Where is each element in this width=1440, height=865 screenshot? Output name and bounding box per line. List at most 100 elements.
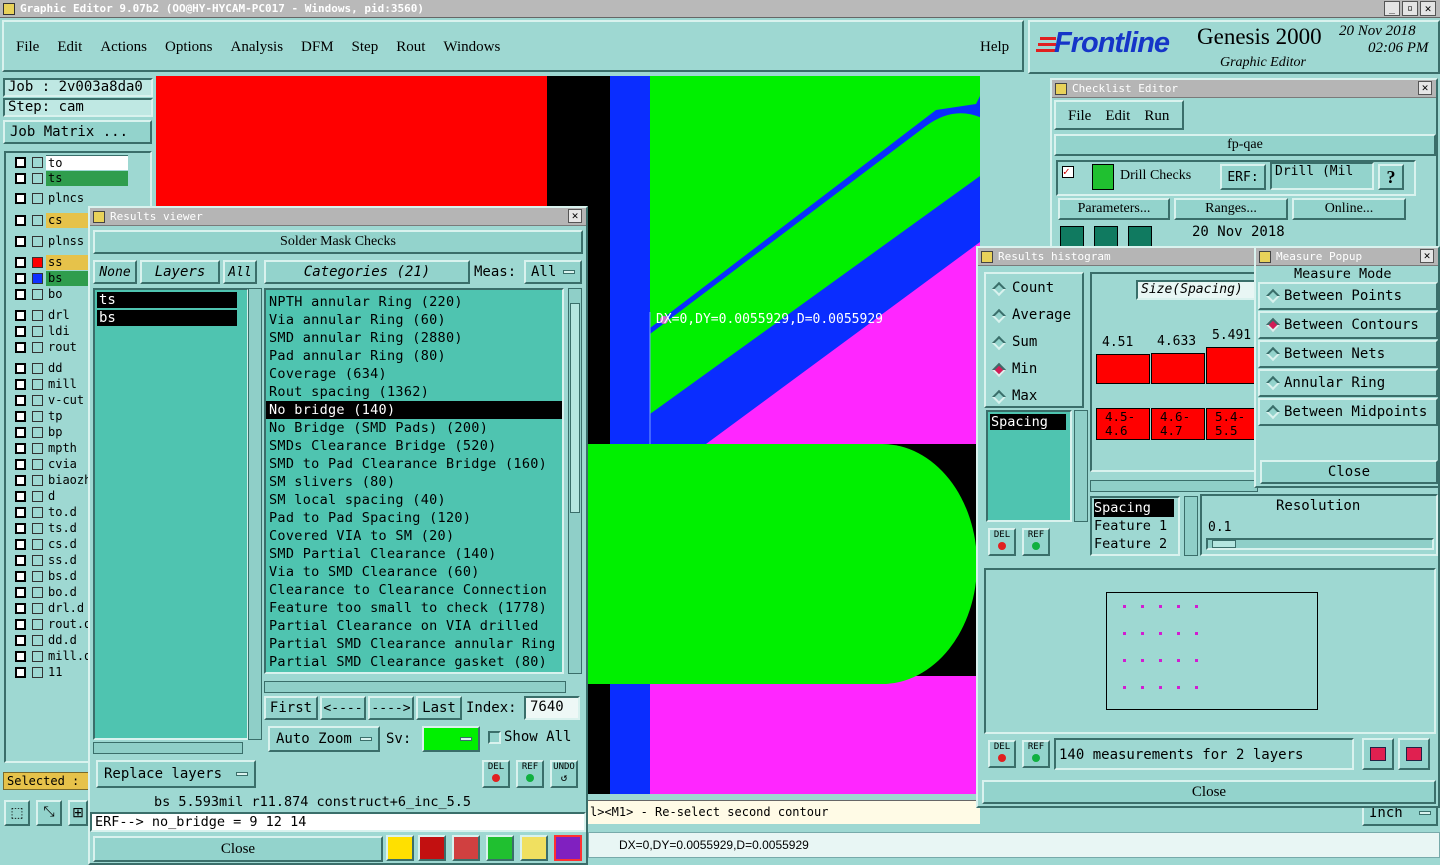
layer-checkbox[interactable] (15, 289, 26, 300)
index-input[interactable]: 7640 (524, 696, 580, 720)
layer-list-scrollbar[interactable] (248, 288, 262, 740)
menu-actions[interactable]: Actions (100, 39, 147, 70)
histogram-tool-icon[interactable] (554, 835, 582, 861)
checklist-menu-edit[interactable]: Edit (1105, 108, 1130, 128)
layer-list-hscrollbar[interactable] (93, 742, 243, 754)
checklist-menu-run[interactable]: Run (1144, 108, 1169, 128)
check-enable-icon[interactable]: ✓ (1062, 166, 1074, 178)
replace-layers-select[interactable]: Replace layers (96, 760, 256, 788)
category-item[interactable]: Partial SMD Clearance gasket (80) (266, 653, 562, 671)
category-item[interactable]: Pad annular Ring (80) (266, 347, 562, 365)
menu-edit[interactable]: Edit (57, 39, 82, 70)
checklist-menu-file[interactable]: File (1068, 108, 1091, 128)
measure-mode-option[interactable]: Between Midpoints (1258, 398, 1438, 426)
measure-close-button[interactable]: Close (1260, 460, 1438, 484)
category-item[interactable]: Pad to Pad Spacing (120) (266, 509, 562, 527)
close-window-button[interactable]: ✕ (1420, 1, 1436, 16)
histogram-del-button[interactable]: DEL (988, 528, 1016, 556)
categories-scrollbar[interactable] (568, 288, 582, 674)
undo-button[interactable]: UNDO ↺ (550, 760, 578, 788)
category-item[interactable]: SMD Partial Clearance (140) (266, 545, 562, 563)
layer-checkbox[interactable] (15, 236, 26, 247)
layer-row[interactable]: plncs (12, 191, 130, 206)
first-button[interactable]: First (264, 696, 318, 720)
histogram-bar[interactable] (1151, 352, 1205, 384)
categories-button[interactable]: Categories (21) (264, 260, 470, 284)
measure-mode-radio[interactable] (1265, 404, 1281, 420)
category-item[interactable]: SMDs Clearance Bridge (520) (266, 437, 562, 455)
measure-mode-option[interactable]: Between Points (1258, 282, 1438, 310)
histogram-bottom-del-button[interactable]: DEL (988, 740, 1016, 768)
measure-mode-option[interactable]: Annular Ring (1258, 369, 1438, 397)
category-item[interactable]: No bridge (140) (266, 401, 562, 419)
layer-checkbox[interactable] (15, 571, 26, 582)
layer-checkbox[interactable] (15, 326, 26, 337)
layer-checkbox[interactable] (15, 539, 26, 550)
category-item[interactable]: SMD annular Ring (2880) (266, 329, 562, 347)
layer-checkbox[interactable] (15, 635, 26, 646)
previous-button[interactable]: <---- (320, 696, 366, 720)
measure-mode-radio[interactable] (1265, 317, 1281, 333)
layer-checkbox[interactable] (15, 379, 26, 390)
results-viewer-close-icon[interactable]: ✕ (568, 209, 582, 223)
measure-mode-option[interactable]: Between Nets (1258, 340, 1438, 368)
histogram-bar[interactable] (1206, 346, 1256, 384)
category-item[interactable]: SM local spacing (40) (266, 491, 562, 509)
layer-checkbox[interactable] (15, 173, 26, 184)
measure-mode-radio[interactable] (1265, 346, 1281, 362)
measure-fields-scrollbar[interactable] (1184, 496, 1198, 556)
job-matrix-button[interactable]: Job Matrix ... (3, 120, 152, 144)
resolution-slider-thumb[interactable] (1212, 540, 1236, 548)
category-item[interactable]: Clearance to Clearance Connection (266, 581, 562, 599)
zoom-area-tool[interactable]: ⤡ (36, 800, 62, 826)
layer-checkbox[interactable] (15, 310, 26, 321)
histogram-option-radio[interactable] (991, 335, 1007, 351)
category-item[interactable]: Via to SMD Clearance (60) (266, 563, 562, 581)
layer-checkbox[interactable] (15, 363, 26, 374)
layer-checkbox[interactable] (15, 193, 26, 204)
export-icon[interactable] (1362, 738, 1394, 770)
layer-checkbox[interactable] (15, 215, 26, 226)
layer-checkbox[interactable] (15, 507, 26, 518)
export-alt-icon[interactable] (1398, 738, 1430, 770)
category-item[interactable]: Via annular Ring (60) (266, 311, 562, 329)
layer-checkbox[interactable] (15, 651, 26, 662)
results-close-button[interactable]: Close (93, 836, 383, 862)
category-item[interactable]: Partial Clearance on VIA drilled (266, 617, 562, 635)
results-layer-item[interactable]: ts (97, 292, 237, 308)
layer-checkbox[interactable] (15, 157, 26, 168)
erf-input[interactable]: Drill (Mil (1270, 162, 1374, 190)
scroll-thumb[interactable] (570, 303, 580, 513)
measure-mode-radio[interactable] (1265, 288, 1281, 304)
category-item[interactable]: Coverage (634) (266, 365, 562, 383)
results-layer-list[interactable]: ts bs (93, 288, 249, 740)
all-button[interactable]: All (223, 260, 257, 284)
show-all-checkbox[interactable] (488, 731, 501, 744)
histogram-hscrollbar[interactable] (1090, 480, 1258, 492)
layer-checkbox[interactable] (15, 342, 26, 353)
histogram-option-radio[interactable] (991, 308, 1007, 324)
layer-checkbox[interactable] (15, 603, 26, 614)
layer-checkbox[interactable] (15, 443, 26, 454)
histogram-list-item[interactable]: Spacing (990, 414, 1066, 430)
histogram-range-label[interactable]: 4.5-4.6 (1096, 408, 1150, 440)
layer-row[interactable]: ts (12, 171, 130, 186)
categories-hscrollbar[interactable] (264, 681, 566, 693)
layer-checkbox[interactable] (15, 459, 26, 470)
online-button[interactable]: Online... (1292, 198, 1406, 220)
category-item[interactable]: NPTH annular Ring (220) (266, 293, 562, 311)
histogram-ref-button[interactable]: REF (1022, 528, 1050, 556)
layer-checkbox[interactable] (15, 257, 26, 268)
bold-tool-icon[interactable] (386, 835, 414, 861)
checklist-action[interactable]: Drill Checks (1120, 168, 1191, 184)
layers-button[interactable]: Layers (140, 260, 220, 284)
notes-icon[interactable] (520, 835, 548, 861)
category-item[interactable]: Feature too small to check (1778) (266, 599, 562, 617)
help-button[interactable]: ? (1378, 164, 1404, 190)
menu-rout[interactable]: Rout (396, 39, 425, 70)
del-button[interactable]: DEL (482, 760, 510, 788)
layer-checkbox[interactable] (15, 411, 26, 422)
category-item[interactable]: SMD to Pad Clearance Bridge (160) (266, 455, 562, 473)
menu-dfm[interactable]: DFM (301, 39, 334, 70)
histogram-range-label[interactable]: 5.4-5.5 (1206, 408, 1256, 440)
